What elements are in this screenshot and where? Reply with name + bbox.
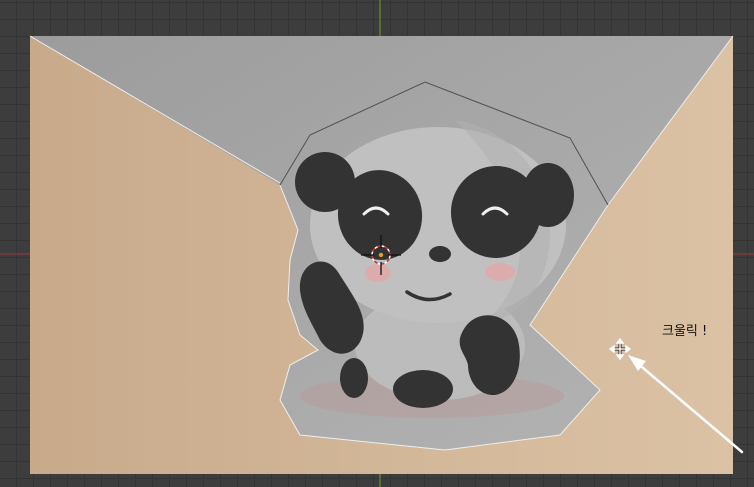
panda-blush-right	[485, 263, 515, 281]
panda-blush-left	[365, 264, 391, 282]
viewport-scene	[0, 0, 754, 487]
panda-foot-left	[340, 358, 368, 398]
panda-nose	[429, 246, 451, 262]
annotation-text: 크울릭 !	[662, 324, 708, 339]
panda-foot-right	[393, 370, 453, 408]
3d-viewport[interactable]: 크울릭 !	[0, 0, 754, 487]
